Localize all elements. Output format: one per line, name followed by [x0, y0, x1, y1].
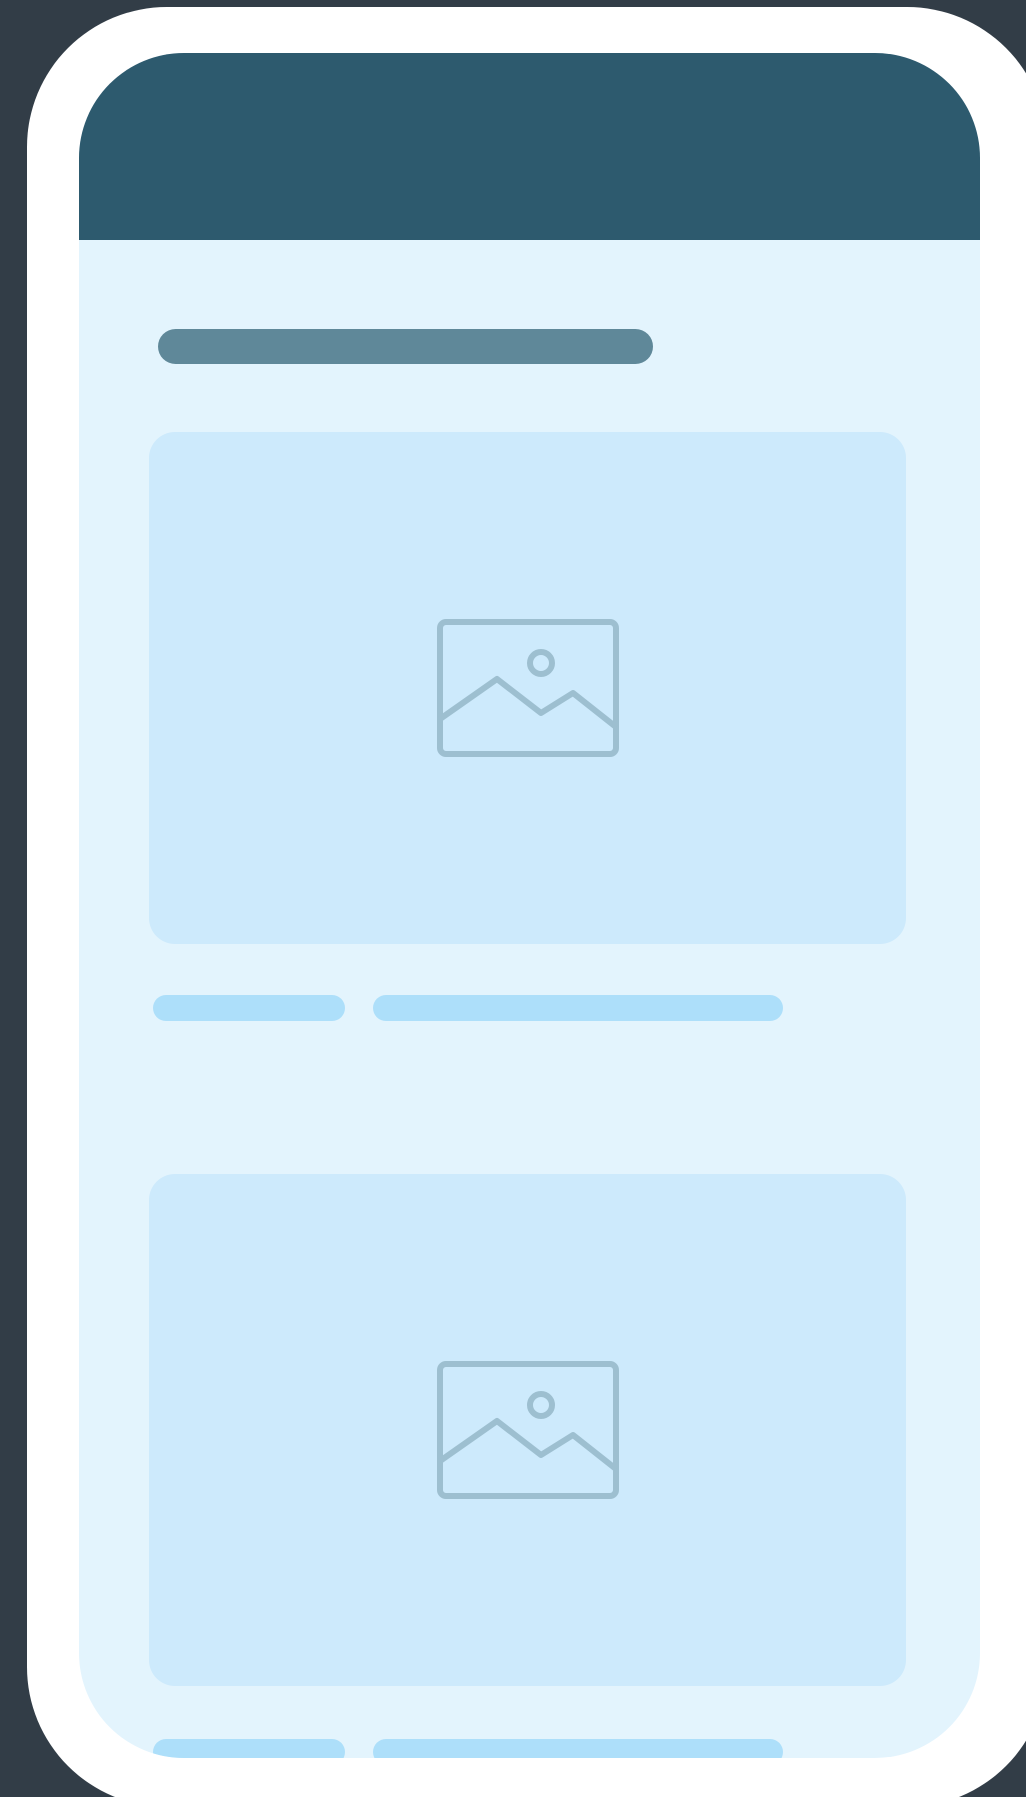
meta-placeholder-short [153, 1739, 345, 1758]
title-placeholder [158, 329, 653, 364]
feed-item-image-1[interactable] [149, 432, 906, 944]
image-placeholder-icon [436, 1361, 619, 1499]
meta-placeholder-short [153, 995, 345, 1021]
meta-placeholder-long [373, 1739, 783, 1758]
phone-screen [79, 53, 980, 1758]
meta-placeholder-long [373, 995, 783, 1021]
app-header-bar [79, 53, 980, 240]
image-placeholder-icon [436, 619, 619, 757]
feed-item-image-2[interactable] [149, 1174, 906, 1686]
